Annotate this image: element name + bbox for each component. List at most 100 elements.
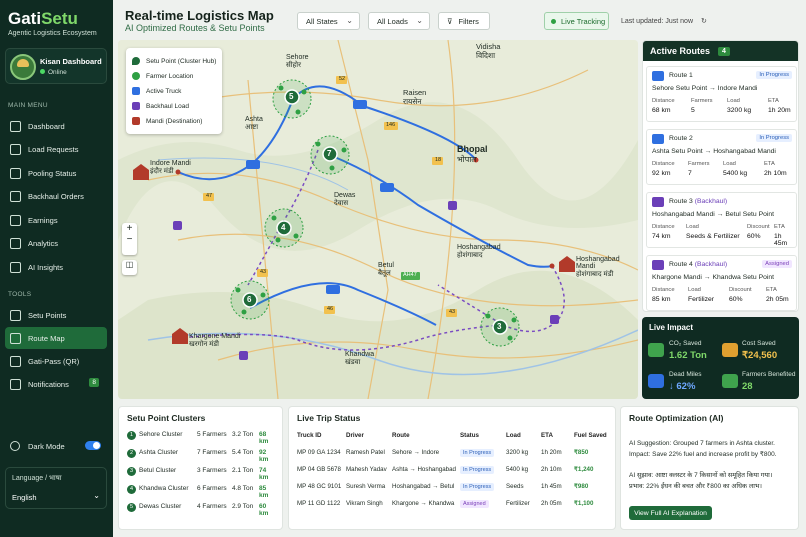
sidebar: GatiSetu Agentic Logistics Ecosystem Kis… (0, 0, 113, 537)
nav-dashboard[interactable]: Dashboard (5, 115, 107, 137)
farmers-value: 28 (742, 381, 753, 392)
metric-value: 3200 kg (727, 107, 752, 114)
nav-route-map[interactable]: Route Map (5, 327, 107, 349)
mandi-khargone[interactable]: Khargone Mandi खरगोन मंडी (189, 333, 240, 349)
clusters-panel: Setu Point Clusters 1 Sehore Cluster 5 Far… (118, 406, 283, 530)
dead-miles-value: ↓ 62% (669, 381, 696, 392)
route-card-1[interactable]: Route 1 In Progress Sehore Setu Point → … (646, 66, 797, 122)
metric-label: Load (727, 98, 740, 104)
truck-icon (652, 134, 664, 144)
live-tracking-button[interactable]: Live Tracking (544, 12, 609, 30)
metric-label: Distance (652, 224, 675, 230)
table-row[interactable]: MP 04 GB 5678 Mahesh Yadav Ashta → Hoshang… (297, 461, 611, 478)
nav-gati-pass[interactable]: Gati-Pass (QR) (5, 350, 107, 372)
tools-heading: TOOLS (8, 291, 32, 298)
loads-dropdown[interactable]: All Loads ⌄ (368, 12, 430, 30)
layers-button[interactable]: ◫ (122, 260, 137, 275)
legend-farmer: Farmer Location (132, 72, 193, 80)
metric-value: 85 km (652, 296, 671, 303)
table-row[interactable]: MP 09 GA 1234 Ramesh Patel Sehore → Indore… (297, 444, 611, 461)
city-raisen: Raisen रायसेन (403, 88, 427, 106)
route-card-3[interactable]: Route 3 (Backhaul) Hoshangabad Mandi → B… (646, 192, 797, 248)
table-row[interactable]: MP 11 GD 1122 Vikram Singh Khargone → Khan… (297, 495, 611, 512)
metric-label: Farmers (691, 98, 713, 104)
live-impact-panel: Live Impact CO₂ Saved 1.62 Ton Cost Save… (642, 317, 799, 399)
cluster-row[interactable]: 4 Khandwa Cluster 6 Farmers 4.8 Ton 85 km (127, 485, 277, 499)
metric-value: 74 km (652, 233, 671, 240)
active-routes-count: 4 (718, 46, 730, 56)
metric-value: 60% (729, 296, 743, 303)
nav-earnings[interactable]: Earnings (5, 209, 107, 231)
nav-pooling-status[interactable]: Pooling Status (5, 162, 107, 184)
status-badge: Assigned (762, 260, 792, 268)
nav-analytics[interactable]: Analytics (5, 232, 107, 254)
co2-label: CO₂ Saved (669, 340, 702, 347)
farmers-label: Farmers Benefited (742, 371, 796, 378)
nav-setu-points[interactable]: Setu Points (5, 304, 107, 326)
refresh-icon[interactable]: ↻ (701, 18, 707, 25)
states-dropdown[interactable]: All States ⌄ (297, 12, 360, 30)
earnings-icon (10, 214, 21, 226)
route-map[interactable]: Vidisha विदिशा Sehore सीहोर Raisen रायसेन A… (118, 40, 638, 399)
legend-truck: Active Truck (132, 87, 181, 95)
cluster-marker-5[interactable]: 5 (289, 92, 293, 101)
trip-status-panel: Live Trip Status Truck ID Driver Route Stat… (288, 406, 616, 530)
load-requests-icon (10, 143, 21, 155)
metric-label: Discount (729, 287, 752, 293)
ai-optimization-panel: Route Optimization (AI) AI Suggestion: G… (620, 406, 799, 530)
view-ai-explanation-button[interactable]: View Full AI Explanation (629, 506, 712, 520)
nav-backhaul-orders[interactable]: Backhaul Orders (5, 185, 107, 207)
city-betul: Betul बैतूल (378, 262, 394, 277)
profile-name: Kisan Dashboard (40, 57, 102, 66)
highway-146: 146 (386, 122, 396, 128)
nav-load-requests[interactable]: Load Requests (5, 138, 107, 160)
zoom-out-button[interactable]: − (122, 234, 137, 245)
cluster-marker-4[interactable]: 4 (281, 223, 285, 232)
route-card-2[interactable]: Route 2 In Progress Ashta Setu Point → H… (646, 129, 797, 185)
cluster-marker-7[interactable]: 7 (327, 149, 331, 158)
dark-mode-toggle[interactable] (85, 441, 101, 450)
city-hoshangabad: Hoshangabad होशंगाबाद (457, 244, 501, 259)
metric-value: 5400 kg (723, 170, 748, 177)
language-selector[interactable]: Language / भाषा English ⌄ (5, 467, 107, 509)
route-name: Route 2 (669, 135, 693, 142)
notification-count-badge: 8 (89, 378, 99, 387)
metric-value: 1h 45m (774, 233, 788, 247)
cluster-row[interactable]: 3 Betul Cluster 3 Farmers 2.1 Ton 74 km (127, 467, 277, 481)
highway-47: 47 (206, 193, 213, 199)
cluster-marker-6[interactable]: 6 (247, 295, 251, 304)
co2-value: 1.62 Ton (669, 350, 707, 361)
truck-icon (652, 71, 664, 81)
clusters-title: Setu Point Clusters (127, 413, 206, 423)
table-row[interactable]: MP 48 GC 9101 Suresh Verma Hoshangabad → B… (297, 478, 611, 495)
status-badge: In Progress (460, 466, 495, 474)
backhaul-box-icon (652, 197, 664, 207)
metric-label: Farmers (688, 161, 710, 167)
cluster-row[interactable]: 1 Sehore Cluster 5 Farmers 3.2 Ton 68 km (127, 431, 277, 445)
zoom-in-button[interactable]: + (122, 223, 137, 234)
cluster-row[interactable]: 5 Dewas Cluster 4 Farmers 2.9 Ton 60 km (127, 503, 277, 517)
city-dewas: Dewas देवास (334, 192, 356, 207)
backhaul-box-icon (652, 260, 664, 270)
highway-43-south: 43 (449, 309, 456, 315)
ai-insights-icon (10, 261, 21, 273)
profile-card[interactable]: Kisan Dashboard Online (5, 48, 107, 84)
metric-value: 60% (747, 233, 761, 240)
mandi-hoshangabad[interactable]: Hoshangabad Mandi होशंगाबाद मंडी (576, 256, 638, 279)
route-card-4[interactable]: Route 4 (Backhaul) Assigned Khargone Man… (646, 255, 797, 311)
active-routes-panel: Active Routes 4 Route 1 In Progress Sehor… (642, 40, 799, 312)
filters-button[interactable]: ⊽ Filters (438, 12, 490, 30)
nav-notifications[interactable]: Notifications 8 (5, 373, 107, 395)
metric-value: 2h 05m (766, 296, 789, 303)
brand-logo[interactable]: GatiSetu (8, 9, 78, 29)
mandi-indore[interactable]: Indore Mandi इंदौर मंडी (150, 160, 191, 176)
city-vidisha: Vidisha विदिशा (476, 42, 501, 60)
highway-18: 18 (435, 157, 442, 163)
nav-ai-insights[interactable]: AI Insights (5, 256, 107, 278)
cluster-marker-3[interactable]: 3 (497, 322, 501, 331)
farmers-icon (722, 374, 738, 388)
city-bhopal: Bhopal भोपाल (457, 144, 488, 164)
cluster-row[interactable]: 2 Ashta Cluster 7 Farmers 5.4 Ton 92 km (127, 449, 277, 463)
money-bag-icon (722, 343, 738, 357)
cost-label: Cost Saved (742, 340, 776, 347)
